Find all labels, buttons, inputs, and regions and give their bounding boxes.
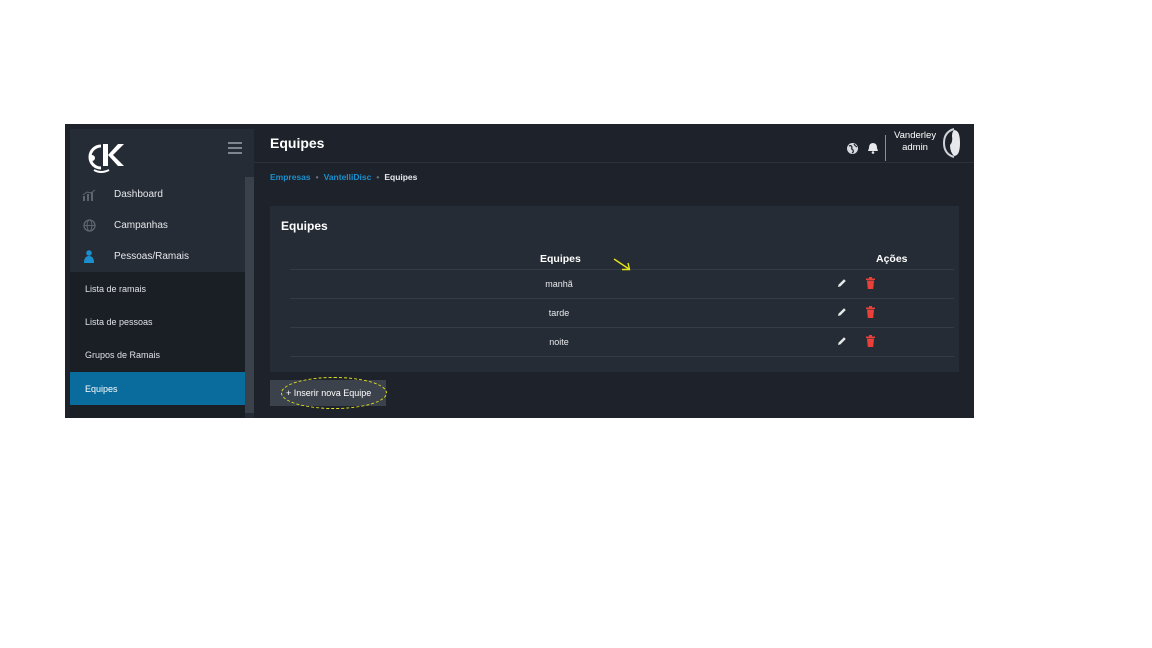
- sidebar-item-dashboard[interactable]: Dashboard: [70, 179, 245, 210]
- sidebar-subitem-lista-pessoas[interactable]: Lista de pessoas: [70, 305, 245, 338]
- user-name: Vanderley: [894, 130, 937, 141]
- sidebar-item-label: Pessoas/Ramais: [114, 251, 190, 262]
- column-header-actions: Ações: [876, 253, 908, 265]
- app-window: Dashboard Campanhas Pessoas/Ramais Lista…: [65, 124, 974, 418]
- card-title: Equipes: [281, 219, 328, 233]
- bell-icon[interactable]: [867, 142, 879, 154]
- page-title: Equipes: [270, 135, 325, 151]
- logo-icon: [88, 144, 124, 173]
- top-icons: [846, 135, 886, 161]
- sidebar-item-label: Campanhas: [114, 220, 168, 231]
- team-name: manhã: [545, 279, 573, 289]
- breadcrumb-separator: •: [376, 172, 380, 182]
- breadcrumb-link-company[interactable]: VantelliDisc: [324, 172, 372, 182]
- globe-icon: [82, 219, 96, 233]
- breadcrumb-separator: •: [315, 172, 319, 182]
- sidebar-subitem-lista-ramais[interactable]: Lista de ramais: [70, 272, 245, 305]
- sidebar-scrollbar[interactable]: [245, 177, 254, 413]
- table-row: tarde: [290, 299, 954, 328]
- sidebar-subitem-grupos-ramais[interactable]: Grupos de Ramais: [70, 339, 245, 372]
- globe-icon[interactable]: [846, 142, 859, 155]
- team-name: tarde: [548, 308, 570, 318]
- trash-icon[interactable]: [866, 277, 875, 289]
- sidebar-menu: Dashboard Campanhas Pessoas/Ramais: [70, 179, 245, 272]
- subitem-label: Lista de pessoas: [85, 316, 153, 327]
- header-divider: [885, 135, 886, 161]
- subitem-label: Equipes: [85, 383, 118, 394]
- chart-icon: [82, 188, 96, 202]
- teams-card: Equipes Equipes Ações manhã tarde noite: [270, 206, 959, 372]
- breadcrumb-current: Equipes: [384, 172, 418, 182]
- subitem-label: Lista de ramais: [85, 283, 147, 294]
- column-header-teams: Equipes: [540, 253, 581, 265]
- pencil-icon[interactable]: [837, 336, 847, 346]
- sidebar-subitem-equipes[interactable]: Equipes: [70, 372, 245, 406]
- sidebar-item-label: Dashboard: [114, 189, 163, 200]
- menu-toggle-button[interactable]: [228, 140, 242, 154]
- highlight-ellipse: [281, 377, 387, 409]
- sidebar-submenu: Lista de ramais Lista de pessoas Grupos …: [70, 272, 245, 418]
- sidebar-item-pessoas-ramais[interactable]: Pessoas/Ramais: [70, 241, 245, 272]
- breadcrumb-link-empresas[interactable]: Empresas: [270, 172, 311, 182]
- breadcrumb: Empresas • VantelliDisc • Equipes: [270, 172, 417, 182]
- trash-icon[interactable]: [866, 306, 875, 318]
- table-row: noite: [290, 328, 954, 357]
- pencil-icon[interactable]: [837, 307, 847, 317]
- user-role: admin: [902, 142, 928, 153]
- user-info[interactable]: Vanderley admin: [894, 130, 936, 154]
- table-row: manhã: [290, 270, 954, 299]
- pencil-icon[interactable]: [837, 278, 847, 288]
- subitem-label: Grupos de Ramais: [85, 350, 161, 361]
- avatar[interactable]: [940, 128, 960, 158]
- sidebar: Dashboard Campanhas Pessoas/Ramais Lista…: [70, 129, 254, 418]
- trash-icon[interactable]: [866, 335, 875, 347]
- top-bar: Equipes Vanderley admin: [254, 124, 974, 163]
- arrow-annotation-icon: [613, 258, 631, 271]
- sidebar-item-campanhas[interactable]: Campanhas: [70, 210, 245, 241]
- team-name: noite: [549, 337, 569, 347]
- person-icon: [82, 250, 96, 264]
